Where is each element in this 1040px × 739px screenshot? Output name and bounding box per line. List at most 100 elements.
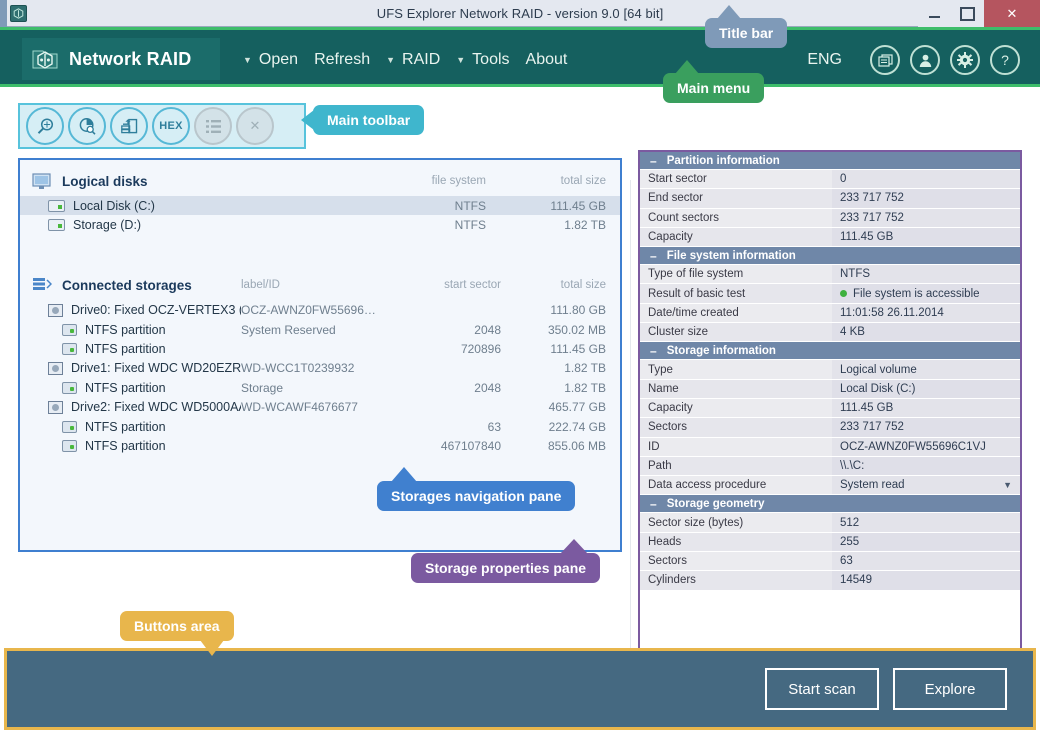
data-access-procedure-select[interactable]: System read ▼ <box>832 476 1020 495</box>
scan-storage-icon[interactable] <box>26 107 64 145</box>
explore-button[interactable]: Explore <box>893 668 1007 710</box>
storage-row-drive0[interactable]: Drive0: Fixed OCZ-VERTEX3 (ATA) OCZ-AWNZ… <box>20 300 620 320</box>
property-key: Type <box>640 360 832 379</box>
section-header-file-system-information[interactable]: – File system information <box>640 247 1020 266</box>
title-bar: UFS Explorer Network RAID - version 9.0 … <box>0 0 1040 27</box>
drive-icon <box>48 361 63 375</box>
property-row-id: ID OCZ-AWNZ0FW55696C1VJ <box>640 437 1020 457</box>
menu-item-open[interactable]: Open <box>259 51 314 69</box>
menu-items: ▼ Open Refresh ▼ RAID ▼ Tools About <box>243 30 583 90</box>
column-total-size: total size <box>560 279 606 291</box>
storage-row-partition[interactable]: NTFS partition 467107840 855.06 MB <box>20 436 620 455</box>
collapse-icon[interactable]: – <box>650 155 657 167</box>
storage-name: NTFS partition <box>85 419 166 434</box>
property-value: Logical volume <box>832 360 1020 379</box>
callout-label: Storage properties pane <box>425 560 587 576</box>
storage-name: Drive1: Fixed WDC WD20EZRX-00DC… <box>71 361 241 375</box>
property-row-name: Name Local Disk (C:) <box>640 379 1020 399</box>
property-key: Cylinders <box>640 571 832 590</box>
callout-tail <box>301 110 314 130</box>
partition-icon <box>62 381 77 394</box>
property-row-end-sector: End sector 233 717 752 <box>640 189 1020 209</box>
property-key: Count sectors <box>640 208 832 227</box>
logical-disk-name: Storage (D:) <box>73 217 142 232</box>
property-value: File system is accessible <box>853 287 980 300</box>
collapse-icon[interactable]: – <box>650 250 657 262</box>
column-total-size: total size <box>560 175 606 187</box>
section-header-storage-information[interactable]: – Storage information <box>640 342 1020 361</box>
storage-total-size: 111.45 GB <box>550 341 606 356</box>
column-start-sector: start sector <box>444 279 501 291</box>
list-view-icon[interactable] <box>194 107 232 145</box>
property-value: 4 KB <box>832 323 1020 342</box>
storage-row-partition[interactable]: NTFS partition 720896 111.45 GB <box>20 339 620 358</box>
property-value-wrap: File system is accessible <box>832 284 1020 303</box>
storage-total-size: 1.82 TB <box>564 361 606 375</box>
storage-start-sector: 63 <box>487 419 501 434</box>
chevron-down-icon-open[interactable]: ▼ <box>243 55 252 65</box>
section-header-partition-information[interactable]: – Partition information <box>640 152 1020 170</box>
menu-item-about[interactable]: About <box>526 51 584 69</box>
settings-gear-icon[interactable] <box>950 45 980 75</box>
property-row-date-time-created: Date/time created 11:01:58 26.11.2014 <box>640 303 1020 324</box>
chevron-down-icon-raid[interactable]: ▼ <box>386 55 395 65</box>
property-value: 0 <box>832 170 1020 189</box>
storage-row-partition[interactable]: NTFS partition System Reserved 2048 350.… <box>20 320 620 339</box>
buttons-area: Start scan Explore <box>4 648 1036 730</box>
storage-start-sector: 720896 <box>460 341 501 356</box>
menu-item-refresh[interactable]: Refresh <box>314 51 386 69</box>
drive-icon <box>48 303 63 317</box>
news-window-icon[interactable] <box>870 45 900 75</box>
hdd-icon <box>48 218 65 231</box>
chevron-down-icon-tools[interactable]: ▼ <box>456 55 465 65</box>
callout-main-toolbar: Main toolbar <box>301 105 425 135</box>
hex-viewer-icon[interactable]: HEX <box>152 107 190 145</box>
property-key: Result of basic test <box>640 284 832 303</box>
property-key: Capacity <box>640 227 832 247</box>
section-header-storage-geometry[interactable]: – Storage geometry <box>640 495 1020 514</box>
storage-total-size: 855.06 MB <box>547 438 606 453</box>
logical-disk-row-local-disk-c[interactable]: Local Disk (C:) NTFS 111.45 GB <box>20 196 620 215</box>
property-key: Capacity <box>640 398 832 418</box>
main-menu-bar: Network RAID ▼ Open Refresh ▼ RAID ▼ Too… <box>0 27 1040 87</box>
start-scan-button[interactable]: Start scan <box>765 668 879 710</box>
storage-row-partition[interactable]: NTFS partition 63 222.74 GB <box>20 417 620 436</box>
logical-disk-fs: NTFS <box>454 198 486 213</box>
close-storage-icon[interactable]: ✕ <box>236 107 274 145</box>
close-button[interactable]: ✕ <box>984 0 1040 27</box>
maximize-button[interactable] <box>951 0 984 27</box>
minimize-button[interactable] <box>918 0 951 27</box>
window-title: UFS Explorer Network RAID - version 9.0 … <box>376 6 664 21</box>
property-row-count-sectors: Count sectors 233 717 752 <box>640 208 1020 228</box>
storage-row-drive2[interactable]: Drive2: Fixed WDC WD5000AAKS-22… WD-WCAW… <box>20 397 620 417</box>
property-row-heads: Heads 255 <box>640 532 1020 553</box>
collapse-icon[interactable]: – <box>650 345 657 357</box>
storage-label-id: WD-WCAWF4676677 <box>241 400 358 414</box>
callout-title-bar: Title bar <box>705 5 788 48</box>
storage-total-size: 465.77 GB <box>548 400 606 414</box>
property-row-data-access-procedure[interactable]: Data access procedure System read ▼ <box>640 476 1020 496</box>
property-value: NTFS <box>832 265 1020 284</box>
storage-row-drive1[interactable]: Drive1: Fixed WDC WD20EZRX-00DC… WD-WCC1… <box>20 358 620 378</box>
help-icon[interactable]: ? <box>990 45 1020 75</box>
section-title: Partition information <box>666 154 780 167</box>
collapse-icon[interactable]: – <box>650 498 657 510</box>
property-row-path: Path \\.\C: <box>640 456 1020 477</box>
hdd-icon <box>48 199 65 212</box>
storage-start-sector: 2048 <box>474 380 501 395</box>
menu-item-tools[interactable]: Tools <box>472 51 525 69</box>
partition-icon <box>62 342 77 355</box>
property-key: Start sector <box>640 170 832 189</box>
chevron-down-icon[interactable]: ▼ <box>1003 480 1012 490</box>
property-key: ID <box>640 437 832 456</box>
property-value: System read <box>840 479 905 492</box>
menu-item-raid[interactable]: RAID <box>402 51 456 69</box>
save-image-icon[interactable] <box>110 107 148 145</box>
storage-row-partition[interactable]: NTFS partition Storage 2048 1.82 TB <box>20 378 620 397</box>
find-partitions-icon[interactable] <box>68 107 106 145</box>
storage-total-size: 350.02 MB <box>547 322 606 337</box>
property-row-capacity: Capacity 111.45 GB <box>640 398 1020 419</box>
user-account-icon[interactable] <box>910 45 940 75</box>
language-selector[interactable]: ENG <box>807 30 842 90</box>
logical-disk-row-storage-d[interactable]: Storage (D:) NTFS 1.82 TB <box>20 215 620 234</box>
